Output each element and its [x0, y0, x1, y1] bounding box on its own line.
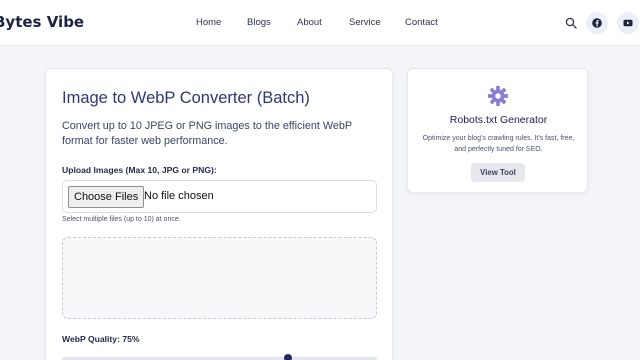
image-preview-dropzone[interactable]: [62, 237, 377, 319]
nav-service[interactable]: Service: [349, 17, 381, 28]
converter-card: Image to WebP Converter (Batch) Convert …: [45, 68, 393, 360]
site-logo[interactable]: Bytes Vibe: [0, 13, 84, 31]
nav-contact[interactable]: Contact: [405, 17, 438, 28]
upload-label: Upload Images (Max 10, JPG or PNG):: [62, 165, 217, 175]
quality-label: WebP Quality: 75%: [62, 334, 140, 344]
upload-hint: Select multiple files (up to 10) at once…: [62, 216, 181, 223]
search-icon[interactable]: [565, 17, 577, 29]
nav-blogs[interactable]: Blogs: [247, 17, 271, 28]
nav-home[interactable]: Home: [196, 17, 221, 28]
facebook-icon[interactable]: [586, 12, 608, 34]
file-input[interactable]: Choose Files No file chosen: [62, 180, 377, 213]
view-tool-button[interactable]: View Tool: [471, 163, 525, 182]
top-navbar: Bytes Vibe Home Blogs About Service Cont…: [0, 0, 640, 46]
page-title: Image to WebP Converter (Batch): [62, 89, 310, 107]
related-tool-card: Robots.txt Generator Optimize your blog'…: [407, 68, 588, 193]
tool-description: Optimize your blog's crawling rules. It'…: [422, 135, 575, 153]
tool-title: Robots.txt Generator: [449, 114, 548, 126]
converter-description: Convert up to 10 JPEG or PNG images to t…: [62, 120, 352, 147]
gear-icon: [487, 85, 509, 107]
youtube-icon[interactable]: [617, 12, 639, 34]
slider-thumb[interactable]: [283, 354, 292, 360]
choose-files-button[interactable]: Choose Files: [68, 186, 145, 208]
quality-slider[interactable]: [62, 354, 377, 360]
file-status: No file chosen: [144, 190, 214, 202]
nav-about[interactable]: About: [297, 17, 322, 28]
